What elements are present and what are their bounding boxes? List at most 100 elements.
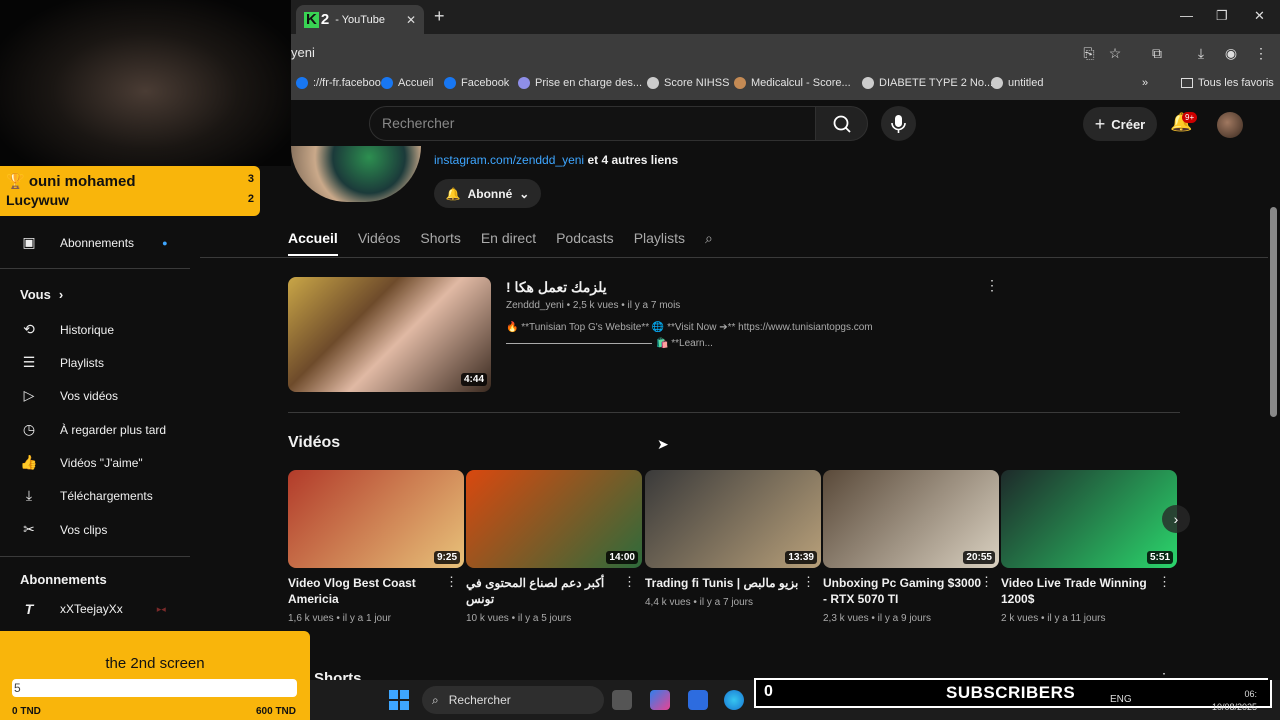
scrollbar-thumb[interactable] xyxy=(1270,207,1277,417)
video-more-icon[interactable]: ⋮ xyxy=(445,574,458,590)
playlist-icon: ☰ xyxy=(22,354,36,370)
window-close-icon[interactable]: ✕ xyxy=(1254,8,1265,24)
search-button[interactable] xyxy=(815,106,868,141)
facebook-icon xyxy=(381,77,393,89)
create-button[interactable]: + Créer xyxy=(1083,107,1157,141)
subscribed-button[interactable]: 🔔 Abonné ⌄ xyxy=(434,179,541,208)
sidebar-item[interactable]: ▷ Vos vidéos xyxy=(20,387,118,404)
edge-icon[interactable] xyxy=(724,690,744,710)
donation-title: the 2nd screen xyxy=(105,655,205,672)
store-icon[interactable] xyxy=(688,690,708,710)
video-thumbnail[interactable]: 9:25 xyxy=(288,470,464,568)
video-thumbnail[interactable]: 14:00 xyxy=(466,470,642,568)
url-field[interactable]: yeni xyxy=(291,45,315,60)
clock-icon: ◷ xyxy=(22,421,36,437)
video-card[interactable]: 20:55 Unboxing Pc Gaming $3000 - RTX 5070… xyxy=(823,470,999,624)
videos-section-title[interactable]: Vidéos xyxy=(288,434,340,452)
bookmark-item[interactable]: Medicalcul - Score... xyxy=(734,77,851,89)
bookmark-item[interactable]: untitled xyxy=(991,77,1043,89)
video-card[interactable]: 14:00 أكبر دعم لصناع المحتوى في تونس 10 k … xyxy=(466,470,642,624)
sidebar-item[interactable]: ☰ Playlists xyxy=(20,354,104,371)
video-card[interactable]: 13:39 Trading fi Tunis | بزيو مالبص 4,4 k … xyxy=(645,470,821,608)
bookmark-item[interactable]: Score NIHSS xyxy=(647,77,729,89)
subscriptions-icon: ▣ xyxy=(22,234,36,250)
tab-en-direct[interactable]: En direct xyxy=(481,230,536,256)
globe-icon xyxy=(862,77,874,89)
sidebar-item[interactable]: ⟲ Historique xyxy=(20,321,114,338)
tab-accueil[interactable]: Accueil xyxy=(288,230,338,256)
video-card[interactable]: 5:51 Video Live Trade Winning 1200$ 2 k vu… xyxy=(1001,470,1177,624)
channel-link[interactable]: instagram.com/zenddd_yeni xyxy=(434,153,584,167)
featured-thumbnail[interactable]: 4:44 xyxy=(288,277,491,392)
globe-icon xyxy=(518,77,530,89)
minimize-icon[interactable]: — xyxy=(1180,8,1193,23)
video-duration: 5:51 xyxy=(1146,551,1173,564)
donation-max: 600 TND xyxy=(255,706,296,717)
sidebar-item[interactable]: ◷ À regarder plus tard xyxy=(20,421,166,438)
video-thumbnail[interactable]: 20:55 xyxy=(823,470,999,568)
account-avatar[interactable] xyxy=(1217,112,1243,138)
clock[interactable]: 06: 10/08/2025 xyxy=(1212,688,1257,714)
featured-title[interactable]: يلزمك تعمل هكا ! xyxy=(506,279,607,296)
sidebar-item[interactable]: ✂ Vos clips xyxy=(20,521,107,538)
search-input[interactable]: Rechercher xyxy=(382,115,454,131)
tab-videos[interactable]: Vidéos xyxy=(358,230,401,256)
download-icon[interactable]: ⤓ xyxy=(1192,44,1210,62)
video-title[interactable]: Unboxing Pc Gaming $3000 - RTX 5070 TI xyxy=(823,575,983,607)
copilot-icon[interactable] xyxy=(650,690,670,710)
your-videos-icon: ▷ xyxy=(23,387,35,403)
star-icon[interactable]: ☆ xyxy=(1106,44,1124,62)
taskbar-search[interactable]: ⌕ Rechercher xyxy=(422,686,604,714)
bookmark-item[interactable]: Facebook xyxy=(444,77,509,89)
video-more-icon[interactable]: ⋮ xyxy=(623,574,636,590)
bookmark-item[interactable]: Accueil xyxy=(381,77,433,89)
video-thumbnail[interactable]: 5:51 xyxy=(1001,470,1177,568)
all-bookmarks[interactable]: Tous les favoris xyxy=(1181,77,1274,89)
sidebar-channel-item[interactable]: T xXTeejayXx ▸◂ xyxy=(20,601,166,617)
video-meta: 2,3 k vues • il y a 9 jours xyxy=(823,613,931,624)
featured-more-icon[interactable]: ⋮ xyxy=(985,277,999,294)
channel-search-icon[interactable]: ⌕ xyxy=(705,230,713,256)
search-icon xyxy=(833,115,851,133)
sidebar-item-subscriptions[interactable]: ▣ Abonnements ● xyxy=(20,234,168,251)
tab-shorts[interactable]: Shorts xyxy=(420,230,460,256)
bookmark-item[interactable]: ://fr-fr.faceboo... xyxy=(296,77,390,89)
bookmark-item[interactable]: Prise en charge des... xyxy=(518,77,642,89)
alert-count-2: 2 xyxy=(247,193,254,205)
voice-search-button[interactable] xyxy=(881,106,916,141)
tab-playlists[interactable]: Playlists xyxy=(634,230,685,256)
sidebar-item[interactable]: 👍 Vidéos "J'aime" xyxy=(20,454,142,471)
tab-podcasts[interactable]: Podcasts xyxy=(556,230,614,256)
globe-icon xyxy=(647,77,659,89)
install-icon[interactable]: ⎘ xyxy=(1080,44,1098,62)
bookmark-item[interactable]: DIABETE TYPE 2 No... xyxy=(862,77,993,89)
profile-icon[interactable]: ◉ xyxy=(1222,44,1240,62)
language-indicator[interactable]: ENG xyxy=(1110,694,1132,705)
bookmarks-overflow-icon[interactable]: » xyxy=(1142,77,1148,89)
video-title[interactable]: Trading fi Tunis | بزيو مالبص xyxy=(645,575,805,591)
new-dot-icon: ● xyxy=(162,237,168,248)
next-arrow-icon[interactable]: › xyxy=(1162,505,1190,533)
video-meta: 2 k vues • il y a 11 jours xyxy=(1001,613,1106,624)
video-more-icon[interactable]: ⋮ xyxy=(1158,574,1171,590)
new-tab-icon[interactable]: + xyxy=(434,6,445,27)
video-card[interactable]: 9:25 Video Vlog Best Coast Americia 1,6 k … xyxy=(288,470,464,624)
tab-close-icon[interactable]: ✕ xyxy=(406,13,416,27)
file-explorer-icon[interactable] xyxy=(612,690,632,710)
menu-icon[interactable]: ⋮ xyxy=(1252,44,1270,62)
more-links[interactable]: et 4 autres liens xyxy=(587,153,678,167)
maximize-icon[interactable]: ❐ xyxy=(1216,8,1228,24)
video-more-icon[interactable]: ⋮ xyxy=(802,574,815,590)
video-thumbnail[interactable]: 13:39 xyxy=(645,470,821,568)
sidebar-you-heading[interactable]: Vous › xyxy=(20,287,63,302)
video-title[interactable]: Video Vlog Best Coast Americia xyxy=(288,575,448,607)
scissors-icon: ✂ xyxy=(23,521,35,537)
channel-avatar-icon: T xyxy=(24,601,34,617)
video-title[interactable]: أكبر دعم لصناع المحتوى في تونس xyxy=(466,575,626,607)
tab-youtube[interactable]: K 2 - YouTube ✕ xyxy=(296,5,424,34)
extensions-icon[interactable]: ⧉ xyxy=(1148,44,1166,62)
video-more-icon[interactable]: ⋮ xyxy=(980,574,993,590)
video-title[interactable]: Video Live Trade Winning 1200$ xyxy=(1001,575,1161,607)
windows-start-icon[interactable] xyxy=(389,690,409,710)
sidebar-item[interactable]: ⤓ Téléchargements xyxy=(20,487,153,504)
